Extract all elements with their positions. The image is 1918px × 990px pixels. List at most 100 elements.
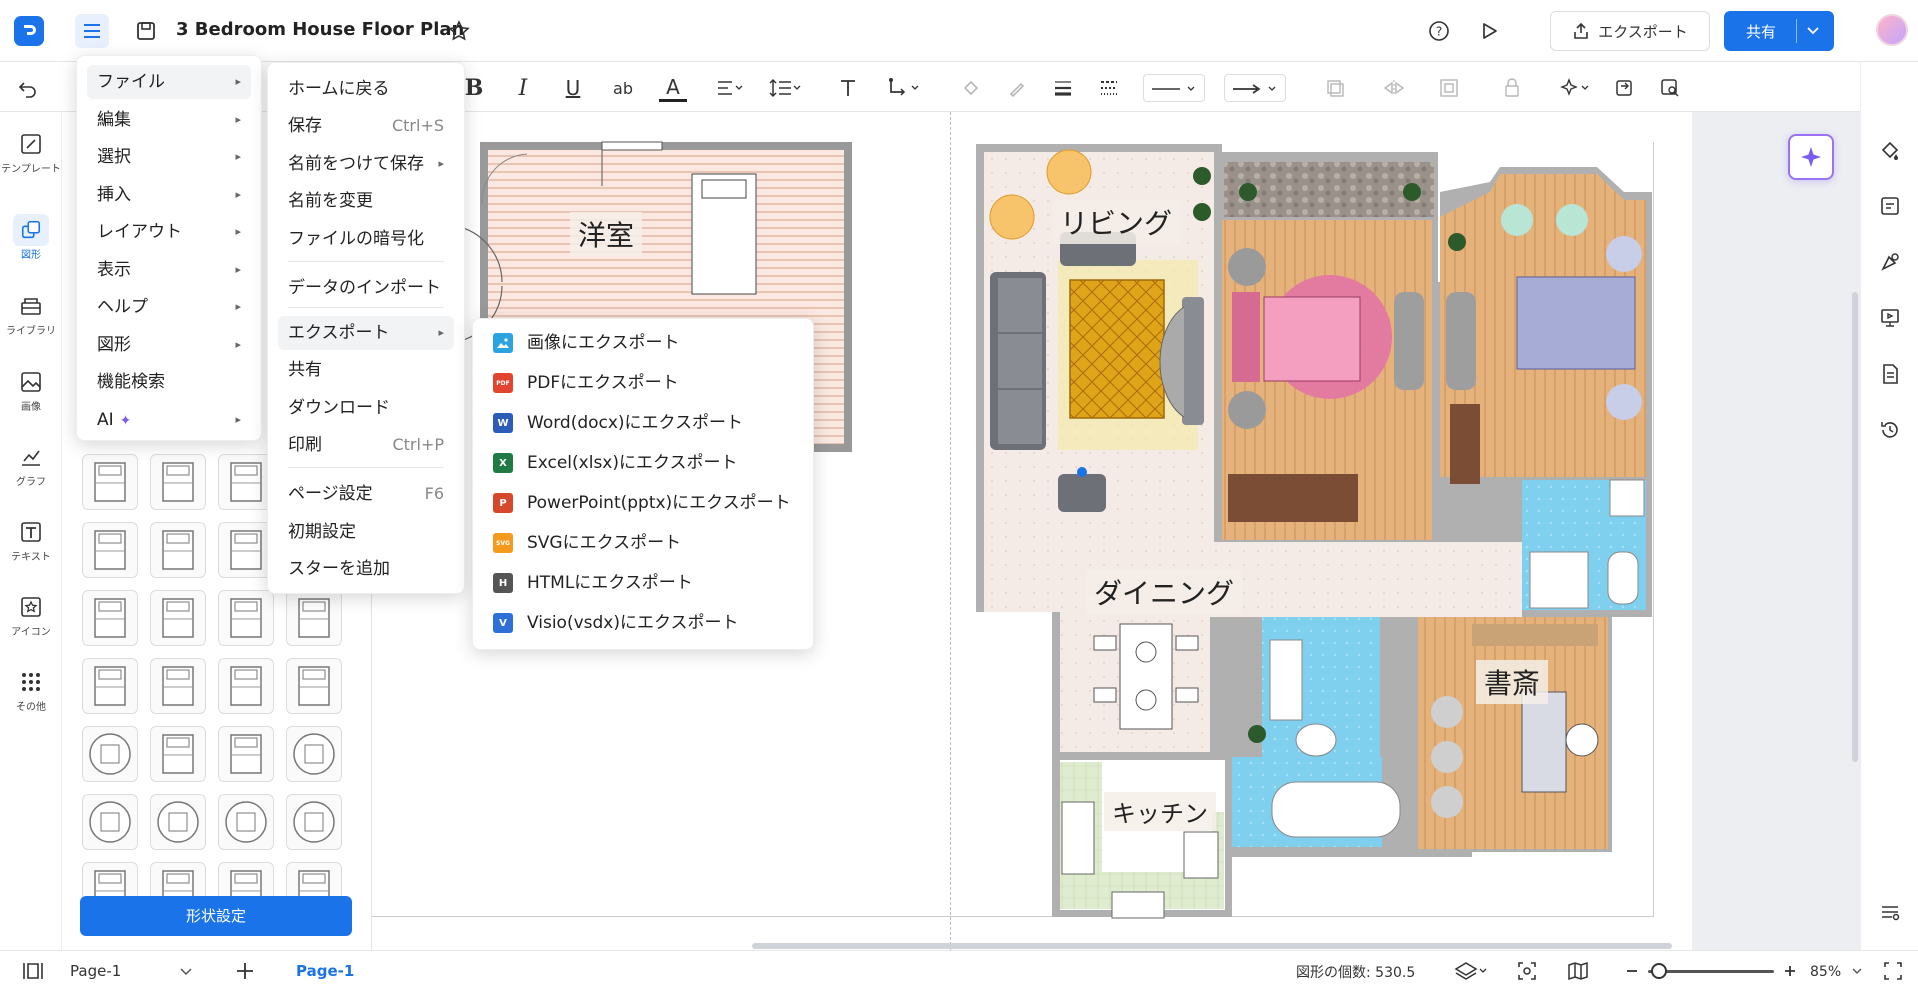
file-menu-item[interactable]: スターを追加 bbox=[278, 552, 454, 586]
save-icon[interactable] bbox=[132, 17, 160, 45]
flip-icon[interactable] bbox=[1376, 74, 1416, 102]
rail-item-shapes[interactable]: 図形 bbox=[0, 214, 62, 261]
main-menu-icon[interactable] bbox=[75, 14, 109, 48]
room-label-study[interactable]: 書斎 bbox=[1476, 660, 1549, 704]
shape-thumbnail[interactable] bbox=[82, 794, 138, 850]
page-select[interactable]: Page-1 bbox=[62, 957, 202, 985]
shape-thumbnail[interactable] bbox=[218, 658, 274, 714]
rail-item-more[interactable]: その他 bbox=[0, 670, 62, 713]
magic-icon[interactable] bbox=[1555, 74, 1595, 102]
star-icon[interactable] bbox=[445, 17, 473, 45]
shape-thumbnail[interactable] bbox=[218, 454, 274, 510]
main-menu-item[interactable]: ファイル ▸ bbox=[87, 65, 251, 99]
zoom-out-icon[interactable] bbox=[1620, 958, 1644, 984]
text-tool-icon[interactable] bbox=[834, 74, 862, 102]
avatar[interactable] bbox=[1876, 14, 1908, 46]
export-menu-item[interactable]: SVG SVGにエクスポート bbox=[481, 527, 805, 559]
style-icon[interactable] bbox=[1876, 136, 1904, 164]
file-menu-item[interactable]: データのインポート bbox=[278, 271, 454, 305]
main-menu-item[interactable]: AI ✦ ▸ bbox=[87, 403, 251, 437]
vertical-scrollbar[interactable] bbox=[1852, 292, 1858, 762]
undo-icon[interactable] bbox=[14, 74, 42, 102]
rail-item-icon[interactable]: アイコン bbox=[0, 595, 62, 638]
shape-thumbnail[interactable] bbox=[150, 658, 206, 714]
shape-thumbnail[interactable] bbox=[82, 590, 138, 646]
app-logo-icon[interactable] bbox=[14, 16, 44, 46]
room-label-bedroom[interactable]: 洋室 bbox=[570, 212, 643, 256]
main-menu-item[interactable]: 表示 ▸ bbox=[87, 253, 251, 287]
fill-icon[interactable] bbox=[957, 74, 985, 102]
zoom-slider-handle[interactable] bbox=[1651, 963, 1667, 979]
ai-assistant-button[interactable] bbox=[1788, 134, 1834, 180]
room-label-living[interactable]: リビング bbox=[1052, 200, 1181, 244]
main-menu-item[interactable]: 挿入 ▸ bbox=[87, 178, 251, 212]
shape-thumbnail[interactable] bbox=[82, 454, 138, 510]
presentation-icon[interactable] bbox=[1876, 304, 1904, 332]
shape-thumbnail[interactable] bbox=[150, 726, 206, 782]
export-menu-item[interactable]: W Word(docx)にエクスポート bbox=[481, 407, 805, 439]
zoom-in-icon[interactable] bbox=[1778, 958, 1802, 984]
italic-icon[interactable]: I bbox=[509, 74, 537, 102]
export-menu-item[interactable]: 画像にエクスポート bbox=[481, 327, 805, 359]
shape-thumbnail[interactable] bbox=[286, 590, 342, 646]
rail-item-image[interactable]: 画像 bbox=[0, 370, 62, 413]
page-panel-icon[interactable] bbox=[20, 959, 46, 983]
shape-thumbnail[interactable] bbox=[150, 522, 206, 578]
main-menu-item[interactable]: 編集 ▸ bbox=[87, 103, 251, 137]
file-menu-item[interactable]: 初期設定 bbox=[278, 515, 454, 549]
font-color-icon[interactable]: A bbox=[659, 74, 687, 102]
file-menu-item[interactable]: ホームに戻る bbox=[278, 72, 454, 106]
add-page-icon[interactable] bbox=[232, 958, 258, 984]
shape-settings-button[interactable]: 形状設定 bbox=[80, 896, 352, 936]
rail-item-template[interactable]: テンプレート bbox=[0, 132, 62, 175]
file-menu-item[interactable]: 保存 Ctrl+S bbox=[278, 109, 454, 143]
shape-thumbnail[interactable] bbox=[218, 794, 274, 850]
shape-thumbnail[interactable] bbox=[82, 522, 138, 578]
room-label-dining[interactable]: ダイニング bbox=[1086, 570, 1243, 614]
group-icon[interactable] bbox=[1435, 74, 1463, 102]
export-button[interactable]: エクスポート bbox=[1550, 11, 1710, 51]
line-weight-icon[interactable] bbox=[1049, 74, 1077, 102]
dash-style-icon[interactable] bbox=[1095, 74, 1123, 102]
play-icon[interactable] bbox=[1475, 17, 1503, 45]
shape-thumbnail[interactable] bbox=[218, 726, 274, 782]
shape-thumbnail[interactable] bbox=[150, 454, 206, 510]
map-icon[interactable] bbox=[1565, 958, 1591, 984]
horizontal-scrollbar[interactable] bbox=[752, 943, 1672, 949]
chevron-down-icon[interactable] bbox=[1806, 24, 1820, 38]
shape-thumbnail[interactable] bbox=[286, 658, 342, 714]
line-style-dropdown[interactable] bbox=[1143, 74, 1205, 102]
rail-item-text[interactable]: テキスト bbox=[0, 520, 62, 563]
main-menu-item[interactable]: レイアウト ▸ bbox=[87, 215, 251, 249]
export-menu-item[interactable]: H HTMLにエクスポート bbox=[481, 567, 805, 599]
shape-thumbnail[interactable] bbox=[218, 522, 274, 578]
file-menu-item[interactable]: ダウンロード bbox=[278, 391, 454, 425]
file-menu-item[interactable]: 印刷 Ctrl+P bbox=[278, 428, 454, 462]
line-spacing-icon[interactable] bbox=[763, 74, 807, 102]
rail-item-chart[interactable]: グラフ bbox=[0, 445, 62, 488]
lock-icon[interactable] bbox=[1497, 74, 1537, 102]
fit-screen-icon[interactable] bbox=[1514, 958, 1540, 984]
shape-thumbnail[interactable] bbox=[150, 590, 206, 646]
export-menu-item[interactable]: PDF PDFにエクスポート bbox=[481, 367, 805, 399]
shape-thumbnail[interactable] bbox=[286, 794, 342, 850]
zoom-level[interactable]: 85% bbox=[1810, 961, 1866, 983]
file-menu-item[interactable]: 名前をつけて保存 ▸ bbox=[278, 147, 454, 181]
tab-page-1[interactable]: Page-1 bbox=[296, 962, 354, 980]
page-format-icon[interactable] bbox=[1876, 192, 1904, 220]
rail-item-library[interactable]: ライブラリ bbox=[0, 294, 62, 337]
find-icon[interactable] bbox=[1656, 74, 1684, 102]
replace-icon[interactable] bbox=[1610, 74, 1638, 102]
document-icon[interactable] bbox=[1876, 360, 1904, 388]
shadow-icon[interactable] bbox=[1320, 74, 1360, 102]
file-menu-item[interactable]: エクスポート ▸ bbox=[278, 316, 454, 350]
main-menu-item[interactable]: 選択 ▸ bbox=[87, 140, 251, 174]
file-menu-item[interactable]: ページ設定 F6 bbox=[278, 477, 454, 511]
line-color-icon[interactable] bbox=[1003, 74, 1031, 102]
connector-icon[interactable] bbox=[880, 74, 928, 102]
main-menu-item[interactable]: 図形 ▸ bbox=[87, 328, 251, 362]
main-menu-item[interactable]: 機能検索 bbox=[87, 365, 251, 399]
help-icon[interactable]: ? bbox=[1425, 17, 1453, 45]
room-label-kitchen[interactable]: キッチン bbox=[1104, 792, 1216, 831]
shape-thumbnail[interactable] bbox=[82, 658, 138, 714]
